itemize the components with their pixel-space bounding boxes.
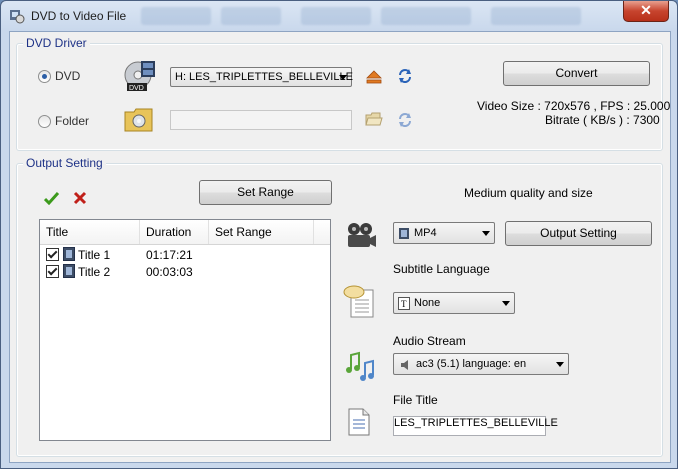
folder-radio-label: Folder bbox=[55, 114, 90, 128]
column-header-duration[interactable]: Duration bbox=[140, 220, 209, 244]
chevron-down-icon bbox=[556, 362, 564, 367]
background-toolbar-ghost bbox=[221, 7, 281, 25]
background-toolbar-ghost bbox=[381, 7, 471, 25]
set-range-button[interactable]: Set Range bbox=[199, 180, 332, 205]
chevron-down-icon bbox=[482, 231, 490, 236]
check-all-icon[interactable] bbox=[44, 191, 59, 205]
eject-icon[interactable] bbox=[366, 70, 382, 84]
dvd-radio[interactable]: DVD bbox=[38, 69, 80, 83]
background-toolbar-ghost bbox=[491, 7, 581, 25]
format-select-value: MP4 bbox=[414, 227, 437, 239]
table-row[interactable]: Title 2 00:03:03 bbox=[40, 263, 330, 280]
dvd-driver-group: DVD Driver DVD DVD H: LES_TRIPLETTES_BEL… bbox=[16, 36, 670, 151]
file-title-input[interactable]: LES_TRIPLETTES_BELLEVILLE bbox=[393, 416, 558, 436]
drive-select-value: H: LES_TRIPLETTES_BELLEVILLE bbox=[175, 71, 353, 83]
bitrate-info-text: Bitrate ( KB/s ) : 7300 bbox=[545, 113, 660, 127]
svg-text:DVD: DVD bbox=[129, 85, 144, 92]
file-title-value: LES_TRIPLETTES_BELLEVILLE bbox=[394, 417, 558, 429]
refresh-folder-icon[interactable] bbox=[397, 112, 413, 128]
column-header-set-range[interactable]: Set Range bbox=[209, 220, 314, 244]
audio-stream-select[interactable]: ac3 (5.1) language: en bbox=[393, 353, 569, 375]
title-bar[interactable]: DVD to Video File ✕ bbox=[1, 1, 677, 31]
folder-radio-dot bbox=[38, 114, 51, 128]
dvd-driver-group-title: DVD Driver bbox=[23, 36, 90, 50]
title-2-duration: 00:03:03 bbox=[146, 265, 193, 279]
dvd-folder-icon bbox=[124, 108, 153, 132]
convert-button[interactable]: Convert bbox=[503, 61, 650, 86]
video-info-text: Video Size : 720x576 , FPS : 25.000 bbox=[477, 99, 671, 113]
chevron-down-icon bbox=[339, 75, 347, 80]
title-list[interactable]: Title Duration Set Range Title 1 01:17:2… bbox=[39, 219, 331, 441]
video-format-icon bbox=[399, 228, 409, 239]
film-icon bbox=[63, 264, 75, 278]
dvd-radio-dot bbox=[38, 69, 51, 83]
dvd-disc-icon: DVD bbox=[124, 61, 155, 92]
subtitle-document-icon bbox=[343, 285, 374, 318]
dialog-body: DVD Driver DVD DVD H: LES_TRIPLETTES_BEL… bbox=[9, 31, 671, 463]
app-icon bbox=[10, 10, 25, 24]
drive-select[interactable]: H: LES_TRIPLETTES_BELLEVILLE bbox=[170, 67, 353, 87]
output-setting-button[interactable]: Output Setting bbox=[505, 221, 652, 246]
folder-radio[interactable]: Folder bbox=[38, 114, 89, 128]
open-folder-icon[interactable] bbox=[365, 112, 383, 127]
svg-text:T: T bbox=[401, 299, 407, 309]
uncheck-all-icon[interactable] bbox=[73, 191, 87, 205]
title-1-checkbox[interactable] bbox=[46, 248, 59, 261]
background-toolbar-ghost bbox=[141, 7, 211, 25]
subtitle-select[interactable]: T None bbox=[393, 292, 515, 314]
close-icon: ✕ bbox=[640, 2, 652, 18]
film-camera-icon bbox=[348, 223, 376, 247]
refresh-icon[interactable] bbox=[397, 68, 413, 84]
window-title: DVD to Video File bbox=[31, 9, 127, 23]
output-setting-group-title: Output Setting bbox=[23, 156, 106, 170]
film-icon bbox=[63, 247, 75, 261]
title-2-checkbox[interactable] bbox=[46, 265, 59, 278]
table-row[interactable]: Title 1 01:17:21 bbox=[40, 246, 330, 263]
dvd-radio-label: DVD bbox=[55, 69, 81, 83]
title-2-name: Title 2 bbox=[78, 265, 111, 279]
close-button[interactable]: ✕ bbox=[623, 1, 669, 22]
app-window: DVD to Video File ✕ DVD Driver DVD DVD H… bbox=[0, 0, 678, 469]
speaker-icon bbox=[401, 360, 408, 370]
output-setting-group: Output Setting Set Range Medium quality … bbox=[16, 156, 663, 457]
background-toolbar-ghost bbox=[301, 7, 371, 25]
title-1-name: Title 1 bbox=[78, 248, 111, 262]
file-title-label: File Title bbox=[393, 393, 438, 407]
subtitle-select-value: None bbox=[414, 297, 441, 309]
audio-stream-value: ac3 (5.1) language: en bbox=[416, 358, 527, 370]
title-1-duration: 01:17:21 bbox=[146, 248, 193, 262]
folder-path-input[interactable] bbox=[170, 110, 352, 130]
file-document-icon bbox=[348, 408, 370, 436]
chevron-down-icon bbox=[502, 301, 510, 306]
audio-stream-label: Audio Stream bbox=[393, 334, 466, 348]
format-select[interactable]: MP4 bbox=[393, 222, 495, 244]
quality-text: Medium quality and size bbox=[464, 186, 593, 200]
subtitle-language-label: Subtitle Language bbox=[393, 262, 490, 276]
text-icon: T bbox=[398, 297, 410, 310]
audio-notes-icon bbox=[346, 351, 374, 381]
column-header-title[interactable]: Title bbox=[40, 220, 140, 244]
title-list-header: Title Duration Set Range bbox=[40, 220, 330, 245]
